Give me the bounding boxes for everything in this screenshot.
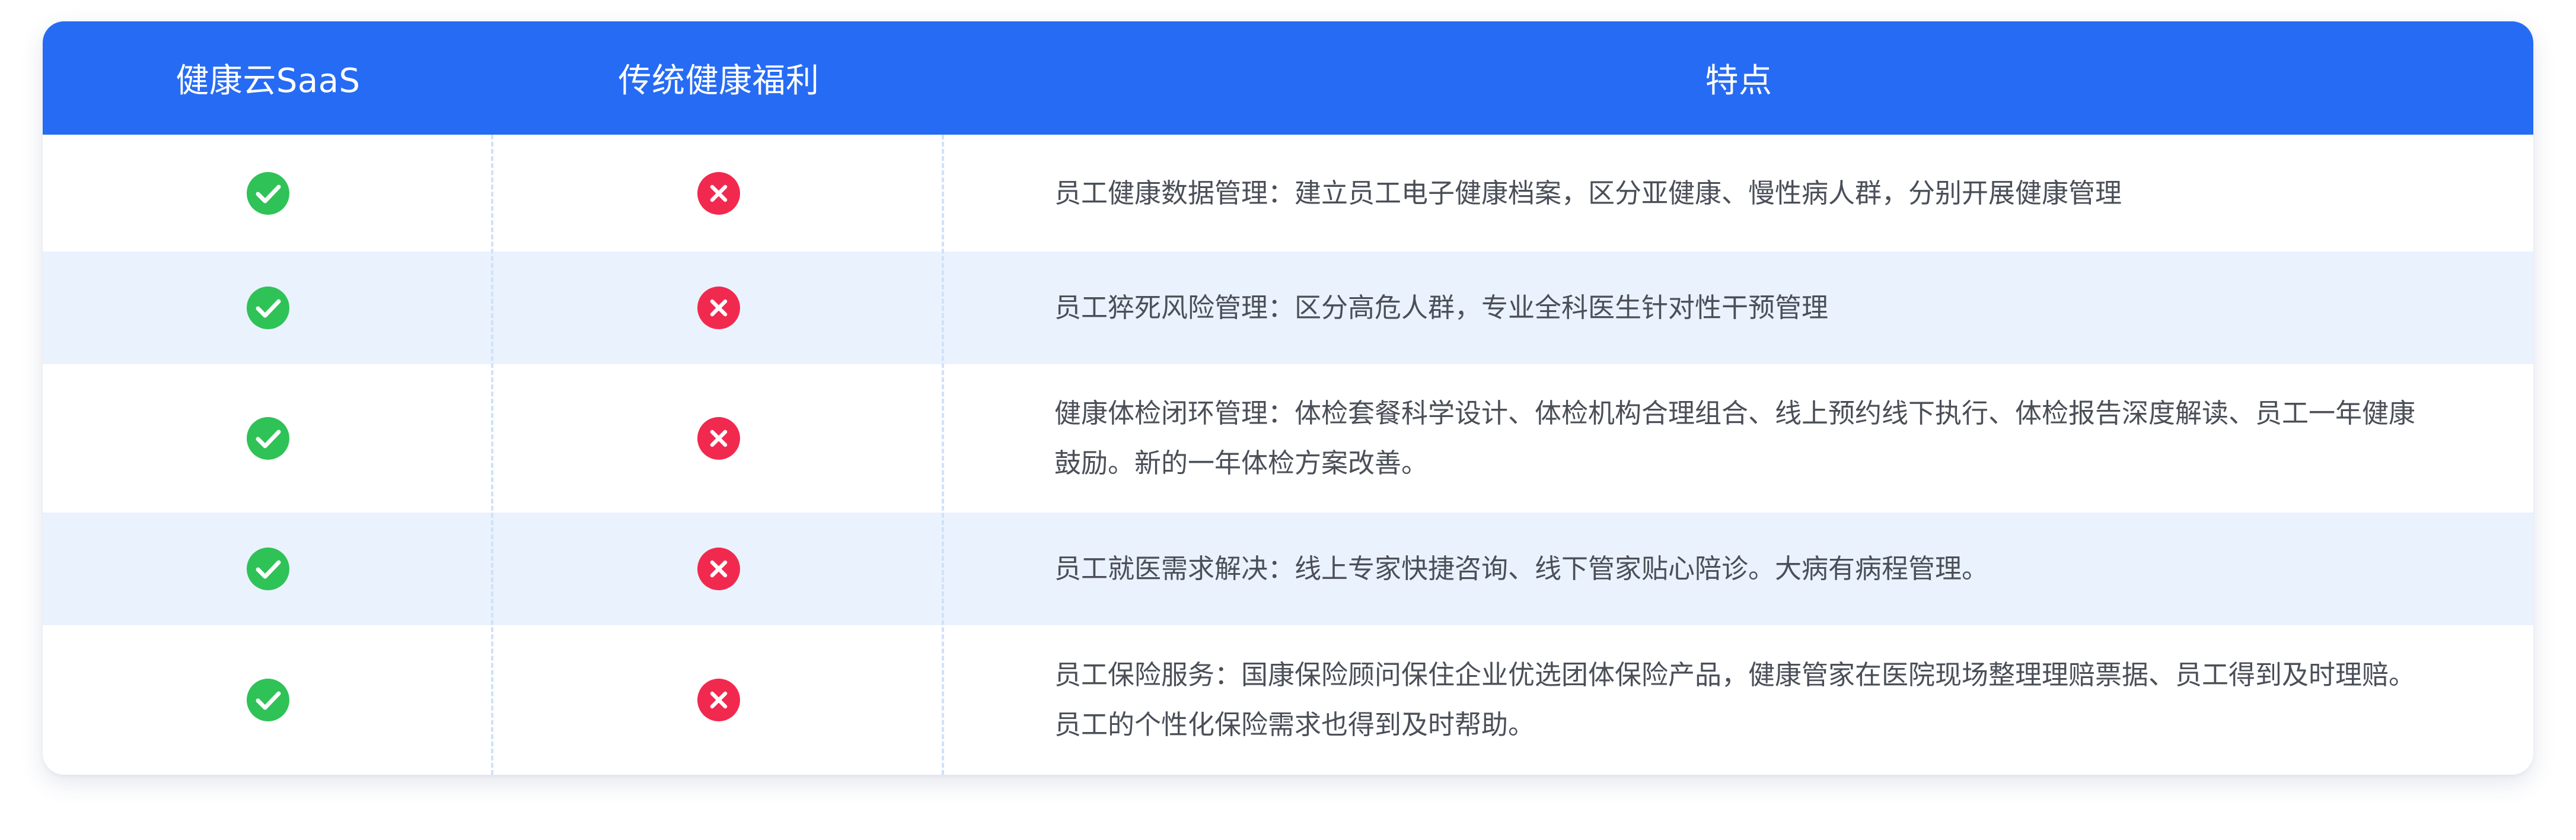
column-divider (942, 135, 944, 775)
traditional-cell (493, 513, 944, 625)
feature-text: 员工保险服务：国康保险顾问保住企业优选团体保险产品，健康管家在医院现场整理理赔票… (1054, 659, 2416, 740)
column-divider (491, 135, 493, 775)
feature-cell: 健康体检闭环管理：体检套餐科学设计、体检机构合理组合、线上预约线下执行、体检报告… (1054, 364, 2436, 513)
saas-cell (43, 135, 493, 252)
cross-icon (697, 171, 740, 215)
saas-cell (43, 625, 493, 775)
traditional-cell (493, 135, 944, 252)
comparison-table: 健康云SaaS 传统健康福利 特点 员工健康数据管理：建立员工电子健康档案，区分… (43, 21, 2533, 775)
feature-cell: 员工就医需求解决：线上专家快捷咨询、线下管家贴心陪诊。大病有病程管理。 (1054, 513, 2436, 625)
check-icon (247, 171, 289, 215)
feature-text: 健康体检闭环管理：体检套餐科学设计、体检机构合理组合、线上预约线下执行、体检报告… (1054, 397, 2416, 479)
saas-cell (43, 364, 493, 513)
feature-text: 员工健康数据管理：建立员工电子健康档案，区分亚健康、慢性病人群，分别开展健康管理 (1054, 177, 2122, 209)
check-icon (247, 679, 289, 721)
traditional-cell (493, 364, 944, 513)
cross-icon (697, 417, 740, 460)
traditional-cell (493, 625, 944, 775)
table-row: 员工保险服务：国康保险顾问保住企业优选团体保险产品，健康管家在医院现场整理理赔票… (43, 625, 2533, 775)
saas-cell (43, 513, 493, 625)
check-icon (247, 417, 289, 460)
table-row: 员工健康数据管理：建立员工电子健康档案，区分亚健康、慢性病人群，分别开展健康管理 (43, 135, 2533, 252)
header-features: 特点 (1705, 62, 1772, 100)
check-icon (247, 548, 289, 590)
cross-icon (697, 287, 740, 329)
table-row: 员工猝死风险管理：区分高危人群，专业全科医生针对性干预管理 (43, 252, 2533, 364)
traditional-cell (493, 252, 944, 364)
check-icon (247, 287, 289, 329)
cross-icon (697, 679, 740, 721)
feature-cell: 员工猝死风险管理：区分高危人群，专业全科医生针对性干预管理 (1054, 252, 2436, 364)
header-saas: 健康云SaaS (176, 62, 361, 100)
cross-icon (697, 548, 740, 590)
saas-cell (43, 252, 493, 364)
table-row: 健康体检闭环管理：体检套餐科学设计、体检机构合理组合、线上预约线下执行、体检报告… (43, 364, 2533, 513)
header-traditional: 传统健康福利 (618, 62, 820, 100)
feature-text: 员工就医需求解决：线上专家快捷咨询、线下管家贴心陪诊。大病有病程管理。 (1054, 553, 1989, 584)
table-row: 员工就医需求解决：线上专家快捷咨询、线下管家贴心陪诊。大病有病程管理。 (43, 513, 2533, 625)
feature-cell: 员工健康数据管理：建立员工电子健康档案，区分亚健康、慢性病人群，分别开展健康管理 (1054, 135, 2436, 252)
feature-cell: 员工保险服务：国康保险顾问保住企业优选团体保险产品，健康管家在医院现场整理理赔票… (1054, 625, 2436, 775)
feature-text: 员工猝死风险管理：区分高危人群，专业全科医生针对性干预管理 (1054, 292, 1829, 323)
table-header: 健康云SaaS 传统健康福利 特点 (43, 21, 2533, 135)
